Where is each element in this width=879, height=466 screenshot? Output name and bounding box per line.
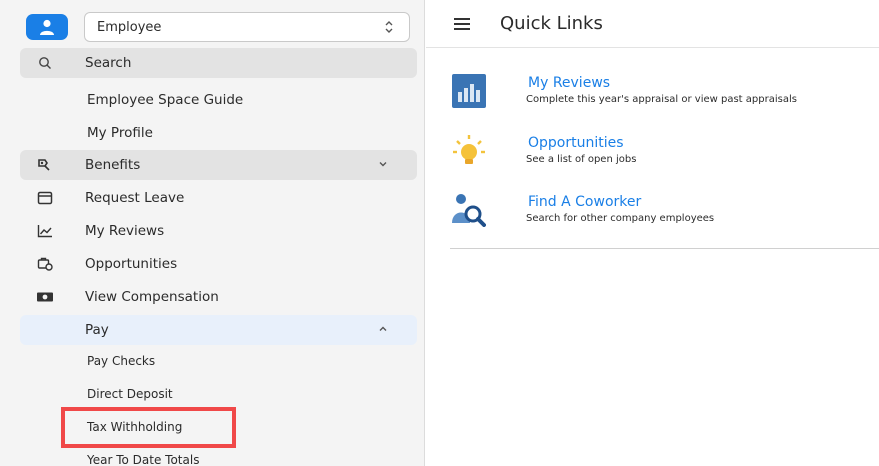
sidebar-item-view-compensation-label: View Compensation: [85, 289, 219, 305]
sidebar-item-my-reviews[interactable]: My Reviews: [20, 216, 417, 246]
quick-link-title[interactable]: Find A Coworker: [528, 194, 641, 210]
quick-link-find-a-coworker[interactable]: Find A Coworker Search for other company…: [452, 193, 879, 237]
sidebar-item-request-leave[interactable]: Request Leave: [20, 183, 417, 213]
sidebar-subitem-pay-checks[interactable]: Pay Checks: [87, 354, 155, 368]
main-header: Quick Links: [426, 0, 879, 48]
sidebar-item-view-compensation[interactable]: View Compensation: [20, 282, 417, 312]
sidebar-item-pay[interactable]: Pay: [20, 315, 417, 345]
person-icon: [40, 19, 54, 35]
quick-link-description: Search for other company employees: [526, 213, 715, 224]
highlight-box: [61, 407, 236, 448]
calendar-icon: [36, 190, 54, 206]
sidebar-subitem-year-to-date-totals[interactable]: Year To Date Totals: [87, 453, 199, 466]
sidebar-subitem-direct-deposit[interactable]: Direct Deposit: [87, 387, 173, 401]
space-selector[interactable]: Employee: [84, 12, 410, 42]
sidebar-item-my-profile[interactable]: My Profile: [87, 125, 153, 141]
app-window: Employee Search Employee Space Guide My …: [0, 0, 879, 466]
money-icon: [36, 289, 54, 305]
lightbulb-icon: [453, 135, 485, 164]
quick-link-description: See a list of open jobs: [526, 154, 637, 165]
opportunities-icon: [36, 256, 54, 272]
chart-line-icon: [36, 223, 54, 239]
search-button[interactable]: Search: [20, 48, 417, 78]
sidebar-item-employee-space-guide[interactable]: Employee Space Guide: [87, 92, 243, 108]
main-content: Quick Links My Reviews Complete this yea…: [426, 0, 879, 466]
sidebar-item-benefits-label: Benefits: [85, 157, 141, 173]
app-logo[interactable]: [26, 14, 68, 40]
quick-link-description: Complete this year's appraisal or view p…: [526, 94, 797, 105]
bar-chart-icon: [452, 74, 486, 108]
space-selector-value: Employee: [97, 19, 162, 35]
chevron-down-icon[interactable]: [377, 158, 389, 170]
quick-link-opportunities[interactable]: Opportunities See a list of open jobs: [452, 134, 879, 178]
search-label: Search: [85, 55, 132, 71]
benefits-icon: [36, 157, 54, 173]
sidebar-topbar: Employee: [0, 0, 425, 48]
page-title: Quick Links: [500, 13, 603, 34]
sidebar-item-my-reviews-label: My Reviews: [85, 223, 165, 239]
quick-link-my-reviews[interactable]: My Reviews Complete this year's appraisa…: [452, 74, 879, 118]
quick-link-title[interactable]: Opportunities: [528, 135, 624, 151]
search-icon: [36, 55, 54, 71]
quick-links-divider: [450, 248, 879, 249]
sidebar-item-benefits[interactable]: Benefits: [20, 150, 417, 180]
sidebar: Employee Search Employee Space Guide My …: [0, 0, 425, 466]
sidebar-item-request-leave-label: Request Leave: [85, 190, 185, 206]
sidebar-item-opportunities[interactable]: Opportunities: [20, 249, 417, 279]
sidebar-item-opportunities-label: Opportunities: [85, 256, 178, 272]
hamburger-menu-icon[interactable]: [454, 18, 470, 30]
quick-link-title[interactable]: My Reviews: [528, 75, 610, 91]
chevron-up-down-icon: [385, 21, 393, 33]
chevron-up-icon[interactable]: [377, 323, 389, 335]
sidebar-item-pay-label: Pay: [85, 322, 109, 338]
find-person-icon: [452, 194, 486, 227]
